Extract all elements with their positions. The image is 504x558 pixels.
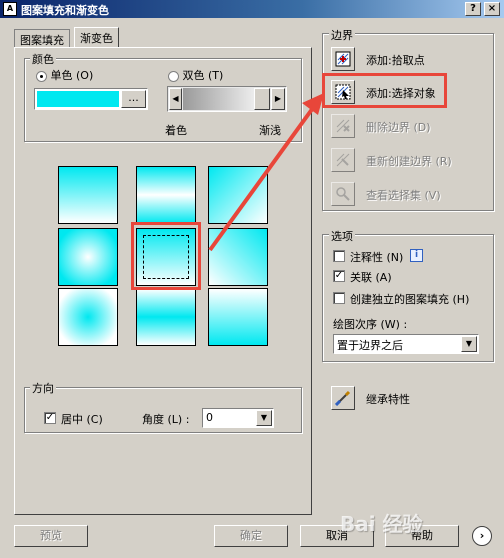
- annotation-arrow: [208, 93, 324, 252]
- app-icon: A: [3, 2, 17, 16]
- highlight-box-swatch: [131, 222, 201, 290]
- angle-colon: :: [185, 413, 190, 426]
- pick-points-label[interactable]: 添加:拾取点: [366, 52, 425, 68]
- watermark: Bai 经验: [340, 512, 423, 536]
- inherit-properties-button[interactable]: [331, 386, 355, 410]
- recreate-key: (R): [435, 155, 452, 168]
- info-icon[interactable]: i: [410, 249, 423, 262]
- remove-boundaries-label: 删除边界 (D): [366, 119, 431, 135]
- draw-order-text: 绘图次序: [333, 318, 377, 331]
- centered-checkbox[interactable]: ✓: [44, 412, 56, 424]
- angle-key: (L): [167, 413, 183, 426]
- color-swatch-bar[interactable]: ...: [34, 88, 148, 110]
- shade-label: 着色: [165, 124, 187, 137]
- recreate-boundary-label: 重新创建边界 (R): [366, 153, 452, 169]
- gradient-swatch-invlinear[interactable]: [208, 288, 268, 346]
- view-selections-label: 查看选择集 (V): [366, 187, 441, 203]
- remove-boundaries-icon: [336, 119, 350, 133]
- close-icon[interactable]: ×: [484, 2, 500, 16]
- highlight-box-select: [322, 73, 447, 108]
- chevron-down-icon[interactable]: ▼: [461, 336, 477, 352]
- angle-select[interactable]: 0 ▼: [202, 408, 274, 428]
- angle-label: 角度 (L) :: [142, 411, 189, 427]
- one-color-label: 单色: [50, 69, 73, 82]
- two-color-key: (T): [208, 69, 224, 82]
- annotative-checkbox[interactable]: [333, 250, 345, 262]
- annotative-text: 注释性: [350, 251, 383, 264]
- recreate-boundary-icon: [336, 153, 350, 167]
- separate-hatches-label: 创建独立的图案填充 (H): [350, 291, 469, 307]
- separate-hatches-checkbox[interactable]: [333, 292, 345, 304]
- draw-order-value: 置于边界之后: [337, 339, 403, 352]
- centered-text: 居中: [61, 413, 83, 426]
- angle-value: 0: [206, 411, 213, 424]
- title-bar: A 图案填充和渐变色 ? ×: [0, 0, 504, 18]
- options-group-label: 选项: [329, 228, 355, 244]
- associative-key: (A): [375, 271, 392, 284]
- draw-order-colon: :: [403, 318, 408, 331]
- gradient-swatch-spherical[interactable]: [58, 228, 118, 286]
- orientation-group-label: 方向: [30, 380, 56, 396]
- associative-label: 关联 (A): [350, 269, 392, 285]
- two-color-option[interactable]: 双色 (T): [168, 67, 223, 83]
- two-color-label: 双色: [182, 69, 205, 82]
- boundaries-group-label: 边界: [329, 27, 355, 43]
- help-title-button[interactable]: ?: [465, 2, 481, 16]
- gradient-swatch-linear[interactable]: [58, 166, 118, 224]
- angle-text: 角度: [142, 413, 164, 426]
- one-color-option[interactable]: 单色 (O): [36, 67, 93, 83]
- associative-text: 关联: [350, 271, 372, 284]
- centered-key: (C): [86, 413, 103, 426]
- gradient-swatch-hemispherical[interactable]: [58, 288, 118, 346]
- inherit-properties-label[interactable]: 继承特性: [366, 391, 410, 407]
- pick-points-button[interactable]: [331, 47, 355, 71]
- tab-hatch[interactable]: 图案填充: [14, 29, 70, 47]
- magnifier-icon: [336, 187, 350, 201]
- draw-order-select[interactable]: 置于边界之后 ▼: [333, 334, 479, 354]
- one-color-key: (O): [76, 69, 94, 82]
- pick-points-icon: [335, 51, 351, 67]
- view-selections-button[interactable]: [331, 182, 355, 206]
- slider-left-arrow[interactable]: ◀: [169, 88, 182, 110]
- annotative-key: (N): [386, 251, 404, 264]
- view-text: 查看选择集: [366, 189, 421, 202]
- annotative-label: 注释性 (N): [350, 249, 403, 265]
- associative-checkbox[interactable]: ✓: [333, 270, 345, 282]
- remove-boundaries-button[interactable]: [331, 114, 355, 138]
- gradient-swatch-cylinder[interactable]: [136, 166, 196, 224]
- window-title: 图案填充和渐变色: [21, 4, 109, 17]
- separate-key: (H): [452, 293, 470, 306]
- remove-text: 删除边界: [366, 121, 410, 134]
- color-group-label: 颜色: [30, 51, 56, 67]
- one-color-radio[interactable]: [36, 70, 47, 82]
- color-swatch: [37, 91, 119, 107]
- draw-order-label: 绘图次序 (W) :: [333, 316, 407, 332]
- preview-button[interactable]: 预览: [14, 525, 88, 547]
- recreate-boundary-button[interactable]: [331, 148, 355, 172]
- ok-button[interactable]: 确定: [214, 525, 288, 547]
- remove-key: (D): [413, 121, 431, 134]
- recreate-text: 重新创建边界: [366, 155, 432, 168]
- more-options-icon[interactable]: ›: [472, 526, 492, 546]
- gradient-swatch-invcylinder[interactable]: [136, 288, 196, 346]
- two-color-radio[interactable]: [168, 70, 179, 82]
- chevron-down-icon[interactable]: ▼: [256, 410, 272, 426]
- tab-gradient[interactable]: 渐变色: [74, 27, 119, 47]
- browse-color-button[interactable]: ...: [121, 90, 146, 108]
- centered-label: 居中 (C): [61, 411, 103, 427]
- paintbrush-icon: [335, 390, 351, 406]
- draw-order-key: (W): [380, 318, 400, 331]
- separate-text: 创建独立的图案填充: [350, 293, 449, 306]
- view-key: (V): [424, 189, 441, 202]
